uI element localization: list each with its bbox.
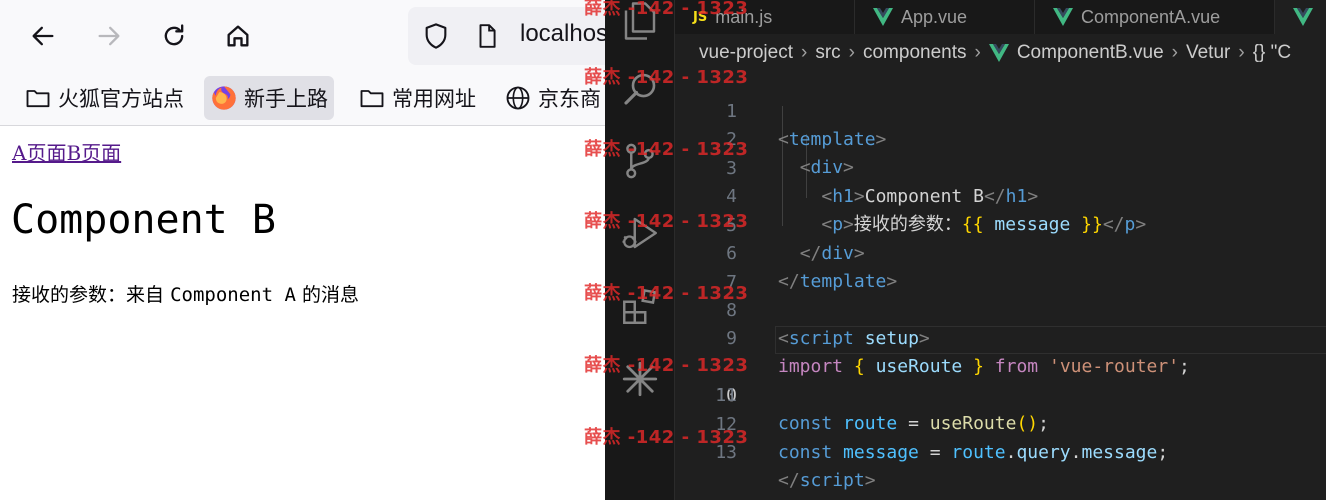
code-line: 8 <script setup> — [675, 269, 1326, 349]
bookmark-label: 常用网址 — [392, 87, 476, 111]
code-line: 9 import { useRoute } from 'vue-router'; — [675, 297, 1326, 377]
param-value-suffix: 的消息 — [295, 284, 359, 306]
vue-file-icon — [1293, 8, 1313, 26]
breadcrumb-item[interactable]: ComponentB.vue — [1017, 42, 1164, 64]
code-line: 12 const message = route.query.message; — [675, 383, 1326, 463]
router-links: A页面B页面 — [12, 137, 121, 166]
code-line: 11 const route = useRoute(); — [675, 354, 1326, 434]
link-page-a[interactable]: A页面 — [12, 141, 66, 165]
forward-arrow-icon — [98, 26, 120, 46]
folder-icon — [360, 90, 384, 108]
vue-file-icon — [1053, 8, 1073, 26]
folder-icon — [26, 90, 50, 108]
page-info-icon[interactable] — [474, 22, 500, 50]
code-line: 13 </script> — [675, 411, 1326, 491]
vue-file-icon — [988, 44, 1009, 62]
page-content: A页面B页面 Component B 接收的参数：来自 Component A … — [0, 127, 605, 500]
watermark: 薛杰 -142 - 1323 — [584, 139, 749, 160]
vue-file-icon — [873, 8, 893, 26]
received-param-text: 接收的参数：来自 Component A 的消息 — [12, 280, 359, 307]
link-page-b[interactable]: B页面 — [66, 141, 121, 165]
param-value-component: Component A — [170, 284, 296, 306]
forward-button[interactable] — [91, 18, 127, 54]
bookmark-firefox-official[interactable]: 火狐官方站点 — [18, 76, 190, 120]
breadcrumb-item[interactable]: components — [863, 42, 967, 64]
globe-icon — [506, 86, 530, 110]
code-line: 3 <h1>Component B</h1> — [675, 127, 1326, 207]
watermark: 薛杰 -142 - 1323 — [584, 67, 749, 88]
tab-app-vue[interactable]: App.vue — [855, 0, 1035, 34]
bookmark-label: 新手上路 — [244, 87, 328, 111]
param-value-prefix: 来自 — [126, 284, 171, 306]
code-line: 5 </div> — [675, 184, 1326, 264]
chevron-right-icon: › — [974, 42, 981, 63]
watermark: 薛杰 -142 - 1323 — [584, 0, 749, 19]
home-icon — [227, 25, 249, 47]
navigation-toolbar: localhost — [0, 0, 605, 74]
token: query — [1016, 442, 1071, 463]
tab-label: App.vue — [901, 6, 968, 27]
code-line: 4 <p>接收的参数：{{ message }}</p> — [675, 155, 1326, 235]
bookmark-common-sites[interactable]: 常用网址 — [352, 76, 482, 120]
watermark: 薛杰 -142 - 1323 — [584, 427, 749, 448]
code-line: 6 </template> — [675, 212, 1326, 292]
chevron-right-icon: › — [1238, 42, 1245, 63]
breadcrumb: vue-project › src › components › Compone… — [675, 36, 1326, 70]
tracking-shield-icon[interactable] — [422, 22, 450, 50]
token: message — [843, 442, 919, 463]
current-line-highlight — [775, 326, 1326, 354]
bookmark-label: 火狐官方站点 — [58, 87, 184, 111]
code-line: 7 — [675, 241, 1326, 293]
code-line: 1 <template> — [675, 70, 1326, 150]
watermark: 薛杰 -142 - 1323 — [584, 211, 749, 232]
param-label: 接收的参数： — [12, 284, 127, 306]
tab-label: ComponentA.vue — [1081, 6, 1221, 27]
watermark: 薛杰 -142 - 1323 — [584, 355, 749, 376]
tab-componenta-vue[interactable]: ComponentA.vue — [1035, 0, 1275, 34]
browser-window: localhost 火狐官方站点 新手上路 常用网址 京东商 A页面B页面 — [0, 0, 605, 500]
token: const — [778, 442, 833, 463]
chevron-right-icon: › — [801, 42, 808, 63]
breadcrumb-item[interactable]: vue-project — [699, 42, 793, 64]
address-bar[interactable]: localhost — [408, 7, 605, 65]
chevron-right-icon: › — [848, 42, 855, 63]
back-button[interactable] — [25, 18, 61, 54]
tab-componentb-vue[interactable] — [1275, 0, 1326, 34]
token: message — [1081, 442, 1158, 463]
code-text: const message = route.query.message; — [778, 442, 1169, 463]
firefox-logo-icon — [212, 86, 236, 110]
home-button[interactable] — [220, 18, 256, 54]
token: route — [951, 442, 1006, 463]
reload-button[interactable] — [156, 18, 192, 54]
bookmark-getting-started[interactable]: 新手上路 — [204, 76, 334, 120]
chevron-right-icon: › — [1171, 42, 1178, 63]
code-editor[interactable]: 1 <template> 2 <div> 3 <h1>Component B</… — [675, 70, 1326, 500]
back-arrow-icon — [32, 26, 54, 46]
page-heading: Component B — [11, 197, 276, 243]
watermark: 薛杰 -142 - 1323 — [584, 283, 749, 304]
token: script — [799, 470, 865, 491]
reload-icon — [164, 24, 184, 46]
editor-tabs: JS main.js App.vue ComponentA.vue — [675, 0, 1326, 34]
breadcrumb-item[interactable]: {} "C — [1253, 42, 1291, 64]
breadcrumb-item[interactable]: src — [815, 42, 840, 64]
code-line-current: 10 — [675, 326, 1326, 406]
code-line: 2 <div> — [675, 98, 1326, 178]
breadcrumb-item[interactable]: Vetur — [1186, 42, 1230, 64]
url-text[interactable]: localhost — [520, 20, 605, 48]
bookmarks-toolbar: 火狐官方站点 新手上路 常用网址 京东商 — [0, 74, 605, 126]
code-text: </script> — [778, 470, 876, 491]
